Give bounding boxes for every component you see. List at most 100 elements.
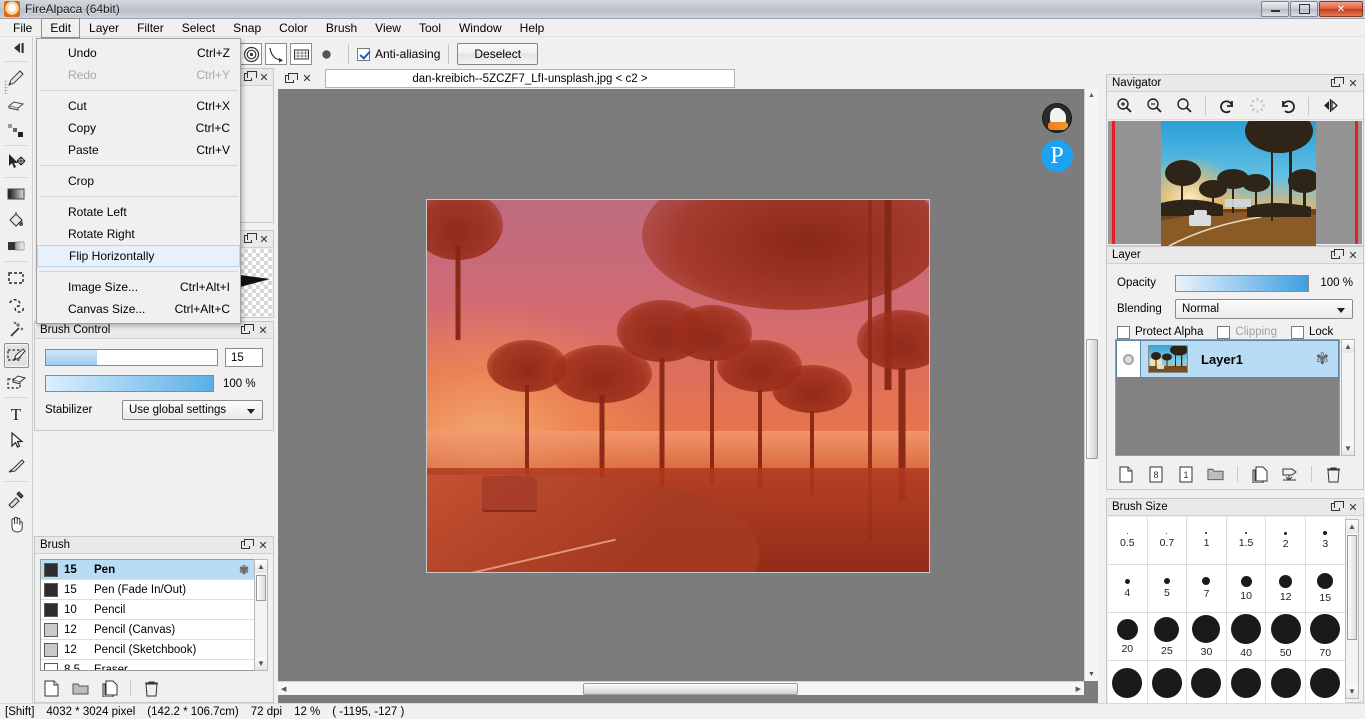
menu-item-rotate-left[interactable]: Rotate Left [37,201,240,223]
menu-snap[interactable]: Snap [224,18,270,38]
blending-select[interactable]: Normal [1175,299,1353,319]
collapse-panel-arrow[interactable] [0,38,32,58]
menu-item-image-size[interactable]: Image Size... Ctrl+Alt+I [37,276,240,298]
scroll-up-icon[interactable]: ▲ [255,560,267,573]
menu-item-undo[interactable]: Undo Ctrl+Z [37,42,240,64]
snap-circle-icon[interactable] [240,43,262,65]
close-button[interactable]: ✕ [1319,1,1363,17]
brush-size-cell[interactable]: 15 [1305,565,1346,613]
brush-size-cell[interactable]: 4 [1108,565,1148,613]
pixiv-button[interactable]: P [1041,140,1073,172]
eraser-tool[interactable] [4,91,29,116]
menu-select[interactable]: Select [173,18,224,38]
brush-size-cell[interactable]: 5 [1147,565,1188,613]
merge-down-icon[interactable] [1281,465,1298,483]
dot-icon[interactable] [315,43,337,65]
close-icon[interactable]: ✕ [1346,77,1360,90]
brush-size-cell[interactable] [1226,661,1267,709]
new-8bit-layer-icon[interactable]: 8 [1147,465,1164,483]
brush-size-cell[interactable]: 7 [1187,565,1227,613]
brush-size-cell[interactable] [1108,661,1148,709]
paint-knife-tool[interactable] [4,453,29,478]
brush-size-cell[interactable] [1266,661,1306,709]
brush-size-cell[interactable]: 10 [1226,565,1267,613]
menu-item-crop[interactable]: Crop [37,170,240,192]
brush-list-scrollbar[interactable]: ▲ ▼ [254,559,268,671]
brush-size-slider[interactable] [45,349,218,366]
restore-icon[interactable] [241,324,254,334]
rotate-left-icon[interactable] [1218,97,1236,115]
brush-size-cell[interactable]: 0.5 [1108,517,1148,565]
brush-list-item[interactable]: 12 Pencil (Sketchbook) [41,640,254,660]
menu-color[interactable]: Color [270,18,317,38]
brush-size-cell[interactable]: 70 [1305,613,1346,661]
close-icon[interactable]: ✕ [258,233,270,246]
brush-list-item[interactable]: 12 Pencil (Canvas) [41,620,254,640]
menu-view[interactable]: View [366,18,410,38]
document-restore-icon[interactable] [285,72,298,83]
new-layer-icon[interactable] [1117,465,1134,483]
scroll-down-icon[interactable]: ▼ [1342,442,1354,455]
menu-item-paste[interactable]: Paste Ctrl+V [37,139,240,161]
restore-icon[interactable] [1331,501,1344,511]
delete-brush-icon[interactable] [143,679,160,697]
flip-icon[interactable] [1321,97,1339,115]
scroll-down-icon[interactable]: ▼ [255,657,267,670]
restore-icon[interactable] [244,233,257,243]
stabilizer-select[interactable]: Use global settings [122,400,263,420]
delete-layer-icon[interactable] [1325,465,1342,483]
rotate-right-icon[interactable] [1278,97,1296,115]
scroll-up-icon[interactable]: ▲ [1346,520,1358,533]
brush-list[interactable]: 15 Pen ✾ 15 Pen (Fade In/Out) 10 Pencil … [40,559,255,671]
blur-tool[interactable] [4,117,29,142]
brush-size-cell[interactable]: 1 [1187,517,1227,565]
gear-icon[interactable]: ✾ [239,563,249,577]
brush-size-grid[interactable]: 0.5 0.7 1 1.5 2 3 4 5 7 10 12 15 20 25 30 40 50 70 [1108,517,1346,709]
select-eraser-tool[interactable] [4,369,29,394]
zoom-out-icon[interactable] [1145,97,1163,115]
lasso-select-tool[interactable] [4,291,29,316]
new-1bit-layer-icon[interactable]: 1 [1177,465,1194,483]
brush-size-scrollbar[interactable]: ▲ ▼ [1345,519,1359,699]
menu-item-flip-horizontally[interactable]: Flip Horizontally [37,245,240,267]
brush-size-cell[interactable]: 30 [1187,613,1227,661]
close-icon[interactable]: ✕ [1346,249,1360,262]
brush-list-item[interactable]: 8.5 Eraser [41,660,254,670]
close-icon[interactable]: ✕ [256,539,270,552]
scroll-left-icon[interactable]: ◀ [281,685,286,693]
palette-grip[interactable] [4,80,8,94]
brush-size-cell[interactable]: 25 [1147,613,1188,661]
magic-wand-tool[interactable] [4,317,29,342]
restore-icon[interactable] [1331,77,1344,87]
maximize-button[interactable] [1290,1,1318,17]
scroll-right-icon[interactable]: ▶ [1076,685,1081,693]
layer-list[interactable]: Layer1 ✾ [1115,339,1340,456]
duplicate-brush-icon[interactable] [101,679,118,697]
move-tool[interactable] [4,149,29,174]
brush-size-cell[interactable] [1187,661,1227,709]
menu-item-cut[interactable]: Cut Ctrl+X [37,95,240,117]
zoom-in-icon[interactable] [1115,97,1133,115]
rotate-reset-icon[interactable] [1248,97,1266,115]
new-folder-icon[interactable] [72,679,89,697]
canvas-viewport[interactable] [278,89,1084,681]
scrollbar-thumb-vertical[interactable] [1086,339,1098,459]
brush-opacity-slider[interactable] [45,375,214,392]
brush-size-cell[interactable] [1305,661,1346,709]
brush-size-cell[interactable]: 1.5 [1226,517,1267,565]
select-pen-tool[interactable] [3,343,29,368]
new-brush-icon[interactable] [43,679,60,697]
gradient-tool[interactable] [4,181,29,206]
brush-list-item[interactable]: 15 Pen ✾ [41,560,254,580]
gear-icon[interactable]: ✾ [1316,349,1329,369]
layer-list-item[interactable]: Layer1 ✾ [1116,340,1339,378]
brush-size-cell[interactable]: 40 [1226,613,1267,661]
layer-visibility-toggle[interactable] [1117,341,1141,377]
close-icon[interactable]: ✕ [258,71,270,84]
scrollbar-thumb-horizontal[interactable] [583,683,798,695]
scroll-up-icon[interactable]: ▲ [1088,92,1095,99]
text-tool[interactable]: T [4,401,29,426]
brush-size-cell[interactable]: 3 [1305,517,1346,565]
bucket-fill-tool[interactable] [4,207,29,232]
brush-size-value[interactable]: 15 [225,348,263,367]
